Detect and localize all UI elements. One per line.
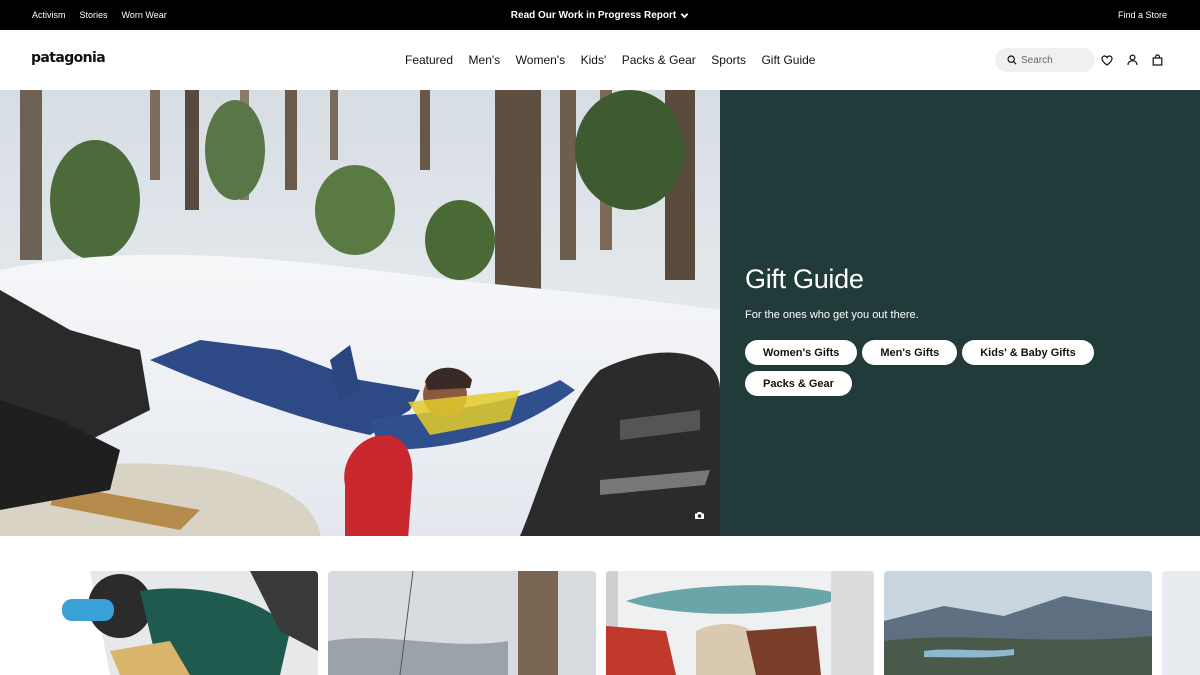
card-partial[interactable] [1162,571,1200,675]
card-snowboarder[interactable] [50,571,318,675]
promo-link[interactable]: Read Our Work in Progress Report [511,10,676,21]
card-snowy-forest[interactable] [328,571,596,675]
chevron-down-icon[interactable] [680,11,689,20]
utility-link-activism[interactable]: Activism [32,10,66,20]
hero-buttons: Women's Gifts Men's Gifts Kids' & Baby G… [745,340,1105,396]
main-header: patagonia Featured Men's Women's Kids' P… [0,30,1200,90]
hero-subtitle: For the ones who get you out there. [745,309,919,321]
utility-bar: Activism Stories Worn Wear Read Our Work… [0,0,1200,30]
bag-icon[interactable] [1151,54,1163,66]
nav-mens[interactable]: Men's [469,53,501,67]
main-nav: Featured Men's Women's Kids' Packs & Gea… [405,30,815,90]
womens-gifts-button[interactable]: Women's Gifts [745,340,858,365]
hero-section: Gift Guide For the ones who get you out … [0,90,1200,536]
search-box[interactable] [995,48,1095,72]
mens-gifts-button[interactable]: Men's Gifts [862,340,958,365]
camera-icon[interactable] [689,505,710,526]
kids-baby-gifts-button[interactable]: Kids' & Baby Gifts [962,340,1094,365]
packs-gear-button[interactable]: Packs & Gear [745,371,852,396]
hero-panel: Gift Guide For the ones who get you out … [720,90,1200,536]
search-icon [1007,55,1017,65]
find-store-link[interactable]: Find a Store [1118,10,1167,20]
nav-womens[interactable]: Women's [516,53,565,67]
nav-packs-gear[interactable]: Packs & Gear [622,53,696,67]
hero-photo [0,90,720,536]
nav-sports[interactable]: Sports [711,53,746,67]
logo[interactable]: patagonia [31,50,106,66]
heart-icon[interactable] [1101,54,1113,66]
nav-featured[interactable]: Featured [405,53,453,67]
promo-banner: Read Our Work in Progress Report [0,0,1200,30]
card-mountain-lake[interactable] [884,571,1152,675]
utility-link-stories[interactable]: Stories [80,10,108,20]
nav-gift-guide[interactable]: Gift Guide [761,53,815,67]
utility-links: Activism Stories Worn Wear [32,0,167,30]
card-surfboard-carry[interactable] [606,571,874,675]
nav-kids[interactable]: Kids' [581,53,607,67]
category-cards [0,571,1200,675]
search-input[interactable] [1021,54,1091,66]
account-icon[interactable] [1126,54,1138,66]
utility-link-worn-wear[interactable]: Worn Wear [122,10,167,20]
hero-title: Gift Guide [745,264,864,294]
